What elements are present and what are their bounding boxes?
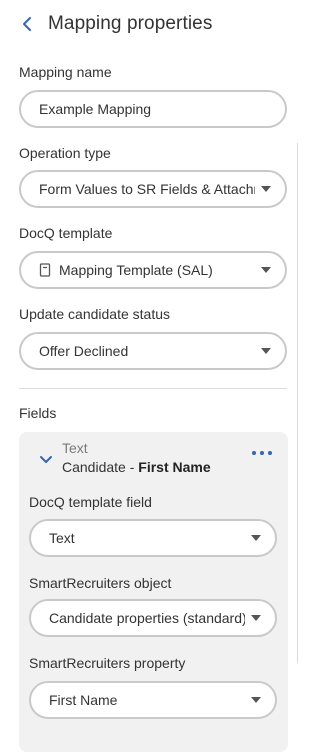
more-options-icon[interactable] <box>252 446 272 460</box>
sr-object-label: SmartRecruiters object <box>29 575 172 591</box>
docq-field-value: Text <box>49 530 75 546</box>
candidate-status-label: Update candidate status <box>19 306 170 322</box>
mapping-name-input[interactable]: Example Mapping <box>19 90 287 128</box>
operation-type-value: Form Values to SR Fields & Attachments <box>39 181 255 197</box>
page-title: Mapping properties <box>48 13 213 34</box>
docq-field-select[interactable]: Text <box>29 519 277 557</box>
docq-template-select[interactable]: Mapping Template (SAL) <box>19 251 287 289</box>
field-type: Text <box>62 440 88 456</box>
sr-object-value: Candidate properties (standard) <box>49 610 245 626</box>
mapping-name-label: Mapping name <box>19 64 112 80</box>
docq-field-label: DocQ template field <box>29 494 152 510</box>
sr-property-label: SmartRecruiters property <box>29 655 186 671</box>
operation-type-select[interactable]: Form Values to SR Fields & Attachments <box>19 170 287 208</box>
chevron-down-icon[interactable] <box>39 452 53 463</box>
chevron-left-icon[interactable] <box>22 14 38 34</box>
divider <box>19 388 287 389</box>
field-title-prefix: Candidate - <box>62 459 139 475</box>
sr-property-select[interactable]: First Name <box>29 681 277 719</box>
sr-property-value: First Name <box>49 692 118 708</box>
dropdown-caret-icon <box>261 267 271 273</box>
dropdown-caret-icon <box>251 615 261 621</box>
docq-template-value: Mapping Template (SAL) <box>59 262 213 278</box>
document-icon <box>39 263 51 277</box>
field-title: Candidate - First Name <box>62 459 211 475</box>
mapping-name-value: Example Mapping <box>39 101 152 117</box>
sr-object-select[interactable]: Candidate properties (standard) <box>29 599 277 637</box>
dropdown-caret-icon <box>251 697 261 703</box>
candidate-status-select[interactable]: Offer Declined <box>19 332 287 370</box>
dropdown-caret-icon <box>251 535 261 541</box>
field-mapping-card: Text Candidate - First Name DocQ templat… <box>19 432 288 752</box>
scrollbar[interactable] <box>297 143 298 663</box>
page-header: Mapping properties <box>22 10 212 38</box>
field-title-name: First Name <box>138 459 211 475</box>
docq-template-label: DocQ template <box>19 225 113 241</box>
operation-type-label: Operation type <box>19 145 111 161</box>
fields-section-label: Fields <box>19 405 57 421</box>
candidate-status-value: Offer Declined <box>39 343 129 359</box>
dropdown-caret-icon <box>261 186 271 192</box>
dropdown-caret-icon <box>261 348 271 354</box>
